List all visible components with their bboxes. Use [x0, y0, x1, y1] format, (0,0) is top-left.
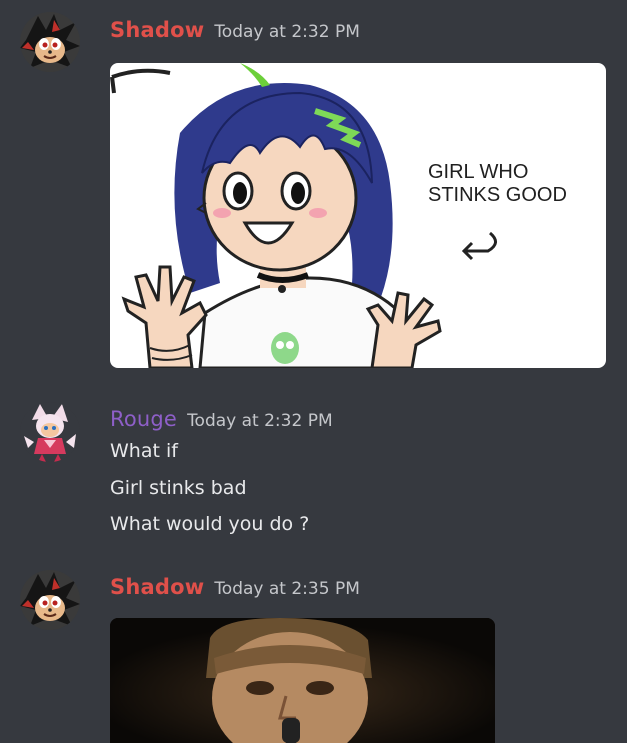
rouge-bat-avatar[interactable] [20, 402, 80, 462]
meme-caption-line-2: STINKS GOOD [428, 184, 567, 206]
username[interactable]: Shadow [110, 18, 204, 42]
chat-message-list: Shadow Today at 2:32 PM GIRL WHO STINKS … [0, 0, 627, 743]
curved-arrow-icon [461, 231, 497, 261]
meme-caption-line-1: GIRL WHO [428, 161, 529, 183]
photo-attachment[interactable] [110, 618, 495, 743]
timestamp: Today at 2:35 PM [214, 579, 360, 599]
shadow-hedgehog-avatar[interactable] [20, 12, 80, 72]
message-header: Shadow Today at 2:35 PM [110, 575, 360, 599]
message-text-line-1: What if [110, 440, 178, 462]
username[interactable]: Shadow [110, 575, 204, 599]
timestamp: Today at 2:32 PM [214, 22, 360, 42]
timestamp: Today at 2:32 PM [187, 411, 333, 431]
message-text-line-2: Girl stinks bad [110, 477, 247, 499]
man-portrait-photo [110, 618, 495, 743]
message-rouge: Rouge Today at 2:32 PM What if Girl stink… [0, 380, 627, 560]
message-header: Shadow Today at 2:32 PM [110, 18, 360, 42]
meme-image-attachment[interactable]: GIRL WHO STINKS GOOD [110, 63, 606, 368]
message-text-line-3: What would you do ? [110, 513, 310, 535]
message-shadow-2: Shadow Today at 2:35 PM [0, 560, 627, 743]
username[interactable]: Rouge [110, 407, 177, 431]
message-header: Rouge Today at 2:32 PM [110, 407, 333, 431]
message-shadow-1: Shadow Today at 2:32 PM GIRL WHO STINKS … [0, 0, 627, 380]
anime-girl-drawing [110, 63, 497, 368]
shadow-hedgehog-avatar[interactable] [20, 570, 80, 630]
